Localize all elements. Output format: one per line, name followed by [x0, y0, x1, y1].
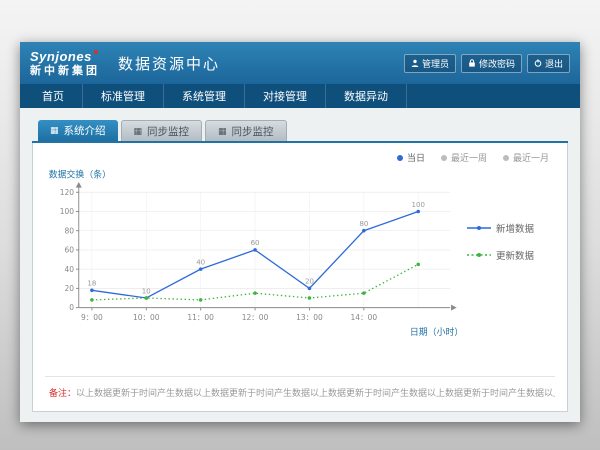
tab-sync-monitor-2-label: 同步监控: [232, 124, 274, 139]
legend-update-data: 更新数据: [467, 248, 555, 262]
tab-system-intro-label: 系统介绍: [64, 123, 106, 138]
tab-sync-monitor-2[interactable]: ▦ 同步监控: [205, 120, 287, 141]
dot-icon: [503, 155, 509, 161]
dot-icon: [441, 155, 447, 161]
dotted-line-icon: [467, 250, 491, 261]
content-area: ▦ 系统介绍 ▦ 同步监控 ▦ 同步监控 当日: [20, 108, 580, 422]
svg-text:日期（小时）: 日期（小时）: [410, 326, 463, 338]
filter-last-week-label: 最近一周: [451, 151, 487, 164]
app-window: Synjones 新中新集团 数据资源中心 管理员 修改密码 退出: [20, 42, 580, 422]
svg-text:120: 120: [60, 188, 75, 197]
svg-text:80: 80: [65, 226, 75, 235]
svg-text:80: 80: [359, 219, 368, 228]
filter-last-month[interactable]: 最近一月: [503, 151, 549, 164]
change-password-button[interactable]: 修改密码: [461, 54, 522, 73]
svg-text:14：00: 14：00: [351, 313, 378, 322]
grid-icon: ▦: [218, 127, 227, 136]
user-icon: [411, 59, 419, 67]
svg-text:11：00: 11：00: [187, 313, 214, 322]
nav-item-system-mgmt[interactable]: 系统管理: [164, 84, 245, 108]
svg-text:60: 60: [65, 246, 75, 255]
logo: Synjones 新中新集团: [30, 50, 100, 77]
svg-text:18: 18: [87, 279, 96, 288]
filter-today-label: 当日: [407, 151, 425, 164]
header-actions: 管理员 修改密码 退出: [404, 54, 570, 73]
svg-text:60: 60: [251, 238, 260, 247]
page-title: 数据资源中心: [118, 53, 220, 74]
svg-text:9：00: 9：00: [81, 313, 103, 322]
lock-icon: [468, 59, 476, 67]
nav-item-interface-mgmt[interactable]: 对接管理: [245, 84, 326, 108]
desktop-background: Synjones 新中新集团 数据资源中心 管理员 修改密码 退出: [0, 0, 600, 450]
svg-text:10: 10: [142, 286, 151, 295]
tab-sync-monitor-1-label: 同步监控: [147, 124, 189, 139]
grid-icon: ▦: [134, 127, 143, 136]
admin-button-label: 管理员: [422, 57, 449, 70]
svg-text:40: 40: [196, 257, 205, 266]
grid-icon: ▦: [50, 126, 59, 135]
chart-panel: 当日 最近一周 最近一月 0 20 40 60 80 100 120 9：00 10：00 11：…: [32, 143, 568, 412]
logout-button-label: 退出: [545, 57, 563, 70]
admin-button[interactable]: 管理员: [404, 54, 456, 73]
svg-text:13：00: 13：00: [296, 313, 323, 322]
footnote: 备注：以上数据更新于时间产生数据以上数据更新于时间产生数据以上数据更新于时间产生…: [45, 376, 555, 401]
footnote-label: 备注：: [49, 388, 76, 398]
svg-text:40: 40: [65, 265, 75, 274]
logout-button[interactable]: 退出: [527, 54, 570, 73]
tab-bar: ▦ 系统介绍 ▦ 同步监控 ▦ 同步监控: [32, 120, 568, 143]
main-nav: 首页 标准管理 系统管理 对接管理 数据异动: [20, 84, 580, 108]
svg-text:10：00: 10：00: [133, 313, 160, 322]
footnote-text: 以上数据更新于时间产生数据以上数据更新于时间产生数据以上数据更新于时间产生数据以…: [76, 388, 555, 398]
svg-text:12：00: 12：00: [242, 313, 269, 322]
filter-today[interactable]: 当日: [397, 151, 425, 164]
legend-new-data-label: 新增数据: [496, 221, 534, 235]
legend-update-data-label: 更新数据: [496, 248, 534, 262]
nav-item-standard-mgmt[interactable]: 标准管理: [83, 84, 164, 108]
filter-last-month-label: 最近一月: [513, 151, 549, 164]
svg-text:100: 100: [412, 200, 425, 209]
nav-item-data-change[interactable]: 数据异动: [326, 84, 407, 108]
power-icon: [534, 59, 542, 67]
filter-last-week[interactable]: 最近一周: [441, 151, 487, 164]
logo-dot-icon: [94, 50, 98, 54]
svg-text:100: 100: [60, 207, 75, 216]
logo-wordmark: Synjones: [30, 49, 92, 64]
svg-text:0: 0: [69, 303, 74, 312]
logo-text: Synjones: [30, 50, 100, 63]
chart-row: 0 20 40 60 80 100 120 9：00 10：00 11：00 12：00 13：00 1…: [45, 166, 555, 339]
logo-subtext: 新中新集团: [30, 66, 100, 77]
svg-text:数据交换（条）: 数据交换（条）: [49, 168, 111, 180]
time-filter-legend: 当日 最近一周 最近一月: [45, 151, 555, 164]
series-legend: 新增数据 更新数据: [467, 221, 555, 284]
tab-system-intro[interactable]: ▦ 系统介绍: [38, 120, 118, 141]
legend-new-data: 新增数据: [467, 221, 555, 235]
app-header: Synjones 新中新集团 数据资源中心 管理员 修改密码 退出: [20, 42, 580, 84]
line-chart: 0 20 40 60 80 100 120 9：00 10：00 11：00 12：00 13：00 1…: [45, 166, 467, 339]
svg-text:20: 20: [65, 284, 75, 293]
change-password-button-label: 修改密码: [479, 57, 515, 70]
tab-sync-monitor-1[interactable]: ▦ 同步监控: [121, 120, 203, 141]
dot-icon: [397, 155, 403, 161]
svg-text:20: 20: [305, 277, 314, 286]
solid-line-icon: [467, 223, 491, 234]
nav-item-home[interactable]: 首页: [24, 84, 83, 108]
